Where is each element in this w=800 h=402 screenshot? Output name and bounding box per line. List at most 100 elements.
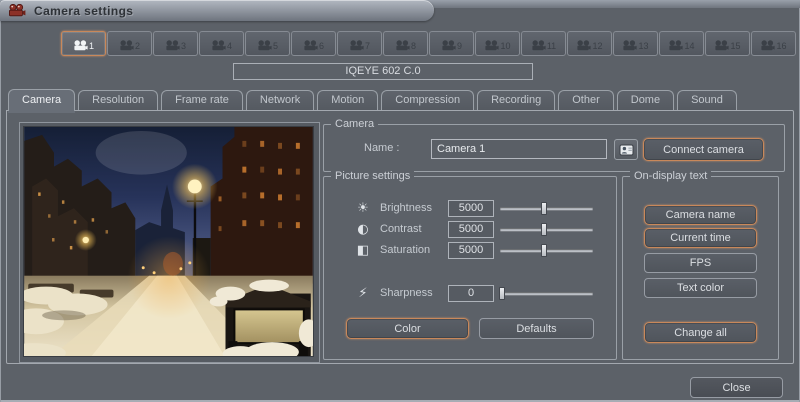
camera-icon [349, 40, 364, 51]
saturation-icon: ◧ [354, 243, 372, 259]
camera-icon [484, 40, 499, 51]
camera-button-7[interactable]: 7 [337, 31, 382, 56]
camera-button-number: 16 [776, 42, 786, 51]
sharpness-slider[interactable] [500, 287, 593, 300]
camera-button-9[interactable]: 9 [429, 31, 474, 56]
name-label: Name : [364, 142, 399, 154]
camera-button-number: 1 [89, 42, 94, 51]
color-button[interactable]: Color [346, 318, 469, 339]
tab-label: Other [572, 94, 600, 106]
on-display-text-title: On-display text [630, 170, 711, 183]
tab-frame-rate[interactable]: Frame rate [161, 90, 243, 110]
camera-name-button[interactable]: Camera name [644, 205, 757, 225]
saturation-slider[interactable] [500, 244, 593, 257]
change-all-button[interactable]: Change all [644, 322, 757, 343]
camera-icon [622, 40, 637, 51]
slider-handle[interactable] [541, 223, 547, 236]
camera-icon [119, 40, 134, 51]
camera-button-number: 15 [730, 42, 740, 51]
camera-button-number: 8 [411, 42, 416, 51]
connect-camera-button[interactable]: Connect camera [643, 138, 764, 161]
tab-bar: Camera Resolution Frame rate NetworkMotionC… [8, 89, 737, 110]
camera-button-2[interactable]: 2 [107, 31, 152, 56]
tab-compression[interactable]: Compression [381, 90, 474, 110]
camera-name-input[interactable] [431, 139, 607, 159]
camera-group-title: Camera [331, 118, 378, 131]
tab-recording[interactable]: Recording [477, 90, 555, 110]
camera-button-5[interactable]: 5 [245, 31, 290, 56]
slider-handle[interactable] [541, 244, 547, 257]
text-color-button[interactable]: Text color [644, 278, 757, 298]
camera-icon [211, 40, 226, 51]
tab-label: Resolution [92, 94, 144, 106]
camera-button-number: 13 [638, 42, 648, 51]
camera-button-8[interactable]: 8 [383, 31, 428, 56]
contrast-value[interactable]: 5000 [448, 221, 494, 238]
camera-icon [760, 40, 775, 51]
address-book-button[interactable] [614, 139, 638, 160]
camera-button-number: 10 [500, 42, 510, 51]
camera-button-16[interactable]: 16 [751, 31, 796, 56]
tab-label: Sound [691, 94, 723, 106]
camera-button-11[interactable]: 11 [521, 31, 566, 56]
tab-label: Frame rate [175, 94, 229, 106]
saturation-row: ◧ Saturation 5000 [324, 241, 616, 261]
camera-button-14[interactable]: 14 [659, 31, 704, 56]
tab-other[interactable]: Other [558, 90, 614, 110]
contrast-label: Contrast [380, 223, 422, 235]
camera-button-3[interactable]: 3 [153, 31, 198, 56]
camera-icon [576, 40, 591, 51]
camera-button-number: 11 [547, 42, 556, 51]
tab-camera[interactable]: Camera [8, 89, 75, 111]
slider-track [500, 292, 593, 295]
close-button[interactable]: Close [690, 377, 783, 398]
tab-label: Dome [631, 94, 660, 106]
on-display-text-group: On-display text Camera nameCurrent timeF… [622, 176, 779, 360]
camera-button-number: 5 [273, 42, 278, 51]
contrast-icon: ◐ [354, 222, 372, 238]
tab-resolution[interactable]: Resolution [78, 90, 158, 110]
tab-sound[interactable]: Sound [677, 90, 737, 110]
picture-settings-group: Picture settings ☀ Brightness 5000 ◐ Con… [323, 176, 617, 360]
camera-button-6[interactable]: 6 [291, 31, 336, 56]
camera-button-12[interactable]: 12 [567, 31, 612, 56]
sharpness-label: Sharpness [380, 287, 433, 299]
sharpness-icon: ⚡ [354, 286, 372, 302]
camera-button-13[interactable]: 13 [613, 31, 658, 56]
camera-settings-window: Camera settings 1 2 3 [0, 0, 800, 402]
device-model-field[interactable]: IQEYE 602 C.0 [233, 63, 533, 80]
contrast-slider[interactable] [500, 223, 593, 236]
sharpness-value[interactable]: 0 [448, 285, 494, 302]
camera-button-number: 9 [457, 42, 462, 51]
brightness-value[interactable]: 5000 [448, 200, 494, 217]
camera-button-number: 7 [365, 42, 370, 51]
tab-network[interactable]: Network [246, 90, 314, 110]
slider-handle[interactable] [541, 202, 547, 215]
saturation-label: Saturation [380, 244, 430, 256]
current-time-button[interactable]: Current time [644, 228, 757, 248]
slider-handle[interactable] [499, 287, 505, 300]
camera-preview-frame [19, 122, 320, 363]
camera-button-15[interactable]: 15 [705, 31, 750, 56]
defaults-button[interactable]: Defaults [479, 318, 594, 339]
camera-icon [531, 40, 546, 51]
camera-icon [668, 40, 683, 51]
camera-group: Camera Name : Connect camera [323, 124, 785, 172]
camera-button-number: 14 [684, 42, 694, 51]
fps-button[interactable]: FPS [644, 253, 757, 273]
saturation-value[interactable]: 5000 [448, 242, 494, 259]
camera-button-1[interactable]: 1 [61, 31, 106, 56]
camera-button-number: 12 [592, 42, 602, 51]
tab-label: Recording [491, 94, 541, 106]
address-book-icon [619, 144, 634, 156]
brightness-slider[interactable] [500, 202, 593, 215]
camera-button-4[interactable]: 4 [199, 31, 244, 56]
tab-motion[interactable]: Motion [317, 90, 378, 110]
title-bar[interactable]: Camera settings [0, 0, 434, 21]
camera-icon [441, 40, 456, 51]
camera-icon [303, 40, 318, 51]
window-title: Camera settings [34, 4, 133, 18]
tab-dome[interactable]: Dome [617, 90, 674, 110]
camera-button-10[interactable]: 10 [475, 31, 520, 56]
picture-settings-title: Picture settings [331, 170, 414, 183]
